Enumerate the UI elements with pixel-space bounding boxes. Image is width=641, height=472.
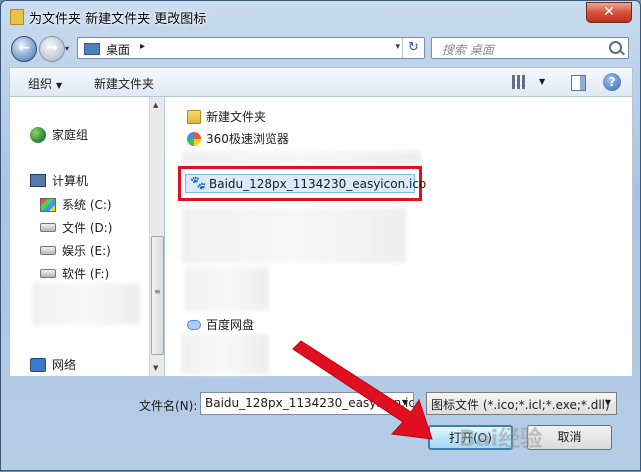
folder-icon xyxy=(10,9,24,25)
homegroup-icon xyxy=(30,126,46,143)
sidebar-item-computer[interactable]: 计算机 xyxy=(30,172,88,189)
view-icon[interactable] xyxy=(512,75,526,89)
network-icon xyxy=(30,357,46,372)
back-button[interactable]: ← xyxy=(11,36,37,62)
file-dialog-window: 为文件夹 新建文件夹 更改图标 ✕ ← → ▾ 桌面 ▸ ▾ ↻ 搜索 桌面 组… xyxy=(0,0,641,471)
sidebar-item-drive-d[interactable]: 文件 (D:) xyxy=(40,219,112,236)
computer-icon xyxy=(30,174,46,187)
help-icon[interactable]: ? xyxy=(603,73,621,91)
filename-label: 文件名(N): xyxy=(139,399,198,413)
sidebar-item-label: 软件 (F:) xyxy=(62,267,110,281)
browser-icon xyxy=(187,131,201,146)
preview-pane-icon[interactable] xyxy=(571,75,586,91)
paw-icon: 🐾 xyxy=(190,175,207,191)
navigation-pane: 家庭组 计算机 系统 (C:) 文件 (D:) 娱乐 (E:) 软件 (F:) … xyxy=(9,97,150,376)
drive-icon xyxy=(40,246,56,255)
watermark: Bai经验 xyxy=(459,427,543,452)
file-label: 360极速浏览器 xyxy=(206,132,289,146)
cloud-icon xyxy=(187,319,201,330)
sidebar-item-label: 家庭组 xyxy=(52,128,89,142)
search-icon[interactable] xyxy=(609,41,622,54)
chevron-down-icon: ▼ xyxy=(56,81,63,90)
organize-label: 组织 xyxy=(28,77,53,91)
filename-input[interactable]: Baidu_128px_1134230_easyicon.ic xyxy=(200,392,414,415)
sidebar-item-drive-e[interactable]: 娱乐 (E:) xyxy=(40,242,111,259)
address-bar[interactable]: 桌面 ▸ ▾ ↻ xyxy=(77,37,425,59)
sidebar-item-label: 计算机 xyxy=(52,174,89,188)
chevron-down-icon[interactable]: ▼ xyxy=(601,393,615,413)
forward-button[interactable]: → xyxy=(39,36,65,62)
file-item-browser[interactable]: 360极速浏览器 xyxy=(187,130,289,147)
grip-icon: ≡ xyxy=(154,287,161,296)
sidebar-item-network[interactable]: 网络 xyxy=(30,356,76,373)
blurred-region xyxy=(181,334,269,374)
command-toolbar: 组织 ▼ 新建文件夹 ▼ ? xyxy=(9,67,633,97)
file-item-baidu-ico[interactable]: 🐾 Baidu_128px_1134230_easyicon.ico xyxy=(185,174,426,193)
sidebar-scrollbar[interactable]: ▲ ≡ ▼ xyxy=(149,97,164,376)
sidebar-item-drive-c[interactable]: 系统 (C:) xyxy=(40,196,112,213)
scroll-down-icon[interactable]: ▼ xyxy=(153,364,158,372)
recent-locations-dropdown[interactable]: ▾ xyxy=(65,44,69,53)
window-title: 为文件夹 新建文件夹 更改图标 xyxy=(29,12,207,27)
blurred-region xyxy=(185,267,269,311)
drive-icon xyxy=(40,269,56,278)
desktop-icon xyxy=(84,43,100,55)
blurred-region xyxy=(182,208,406,263)
search-placeholder: 搜索 桌面 xyxy=(442,43,494,57)
sidebar-item-label: 文件 (D:) xyxy=(62,221,113,235)
title-bar: 为文件夹 新建文件夹 更改图标 ✕ xyxy=(1,1,640,31)
sidebar-item-label: 系统 (C:) xyxy=(62,198,112,212)
drive-icon xyxy=(40,223,56,232)
folder-icon xyxy=(187,109,201,124)
file-item-baidu-netdisk[interactable]: 百度网盘 xyxy=(187,316,254,333)
close-button[interactable]: ✕ xyxy=(586,2,632,23)
view-dropdown[interactable]: ▼ xyxy=(539,77,545,86)
new-folder-button[interactable]: 新建文件夹 xyxy=(94,75,154,92)
system-drive-icon xyxy=(40,197,56,212)
sidebar-item-label: 娱乐 (E:) xyxy=(62,244,111,258)
file-label: Baidu_128px_1134230_easyicon.ico xyxy=(209,176,427,191)
chevron-down-icon[interactable]: ▼ xyxy=(398,393,412,413)
refresh-button[interactable]: ↻ xyxy=(402,38,424,58)
sidebar-item-drive-f[interactable]: 软件 (F:) xyxy=(40,265,109,282)
sidebar-item-homegroup[interactable]: 家庭组 xyxy=(30,126,88,143)
scroll-thumb[interactable]: ≡ xyxy=(151,236,164,355)
filetype-select[interactable]: 图标文件 (*.ico;*.icl;*.exe;*.dll) xyxy=(426,392,617,415)
file-label: 百度网盘 xyxy=(206,318,255,332)
address-location[interactable]: 桌面 xyxy=(106,41,130,58)
file-label: 新建文件夹 xyxy=(206,110,267,124)
address-dropdown[interactable]: ▾ xyxy=(395,42,400,52)
sidebar-item-label: 网络 xyxy=(52,358,77,372)
organize-button[interactable]: 组织 ▼ xyxy=(28,75,62,92)
file-item-new-folder[interactable]: 新建文件夹 xyxy=(187,108,266,125)
search-input[interactable]: 搜索 桌面 xyxy=(431,37,629,59)
blurred-region xyxy=(181,151,421,165)
highlight-box: 🐾 Baidu_128px_1134230_easyicon.ico xyxy=(178,166,426,201)
breadcrumb-arrow-icon[interactable]: ▸ xyxy=(140,41,145,52)
blurred-region xyxy=(32,283,140,325)
scroll-up-icon[interactable]: ▲ xyxy=(153,101,158,109)
